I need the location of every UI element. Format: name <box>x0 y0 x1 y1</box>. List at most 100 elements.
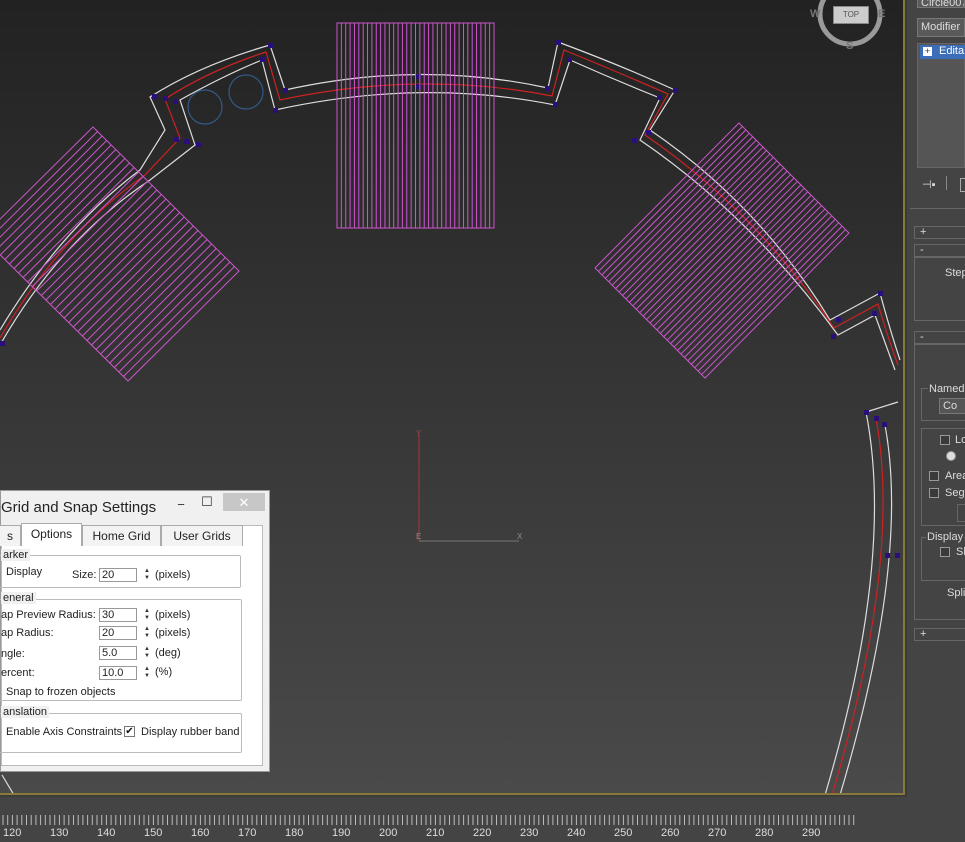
wireframe-edge <box>673 201 819 348</box>
wireframe-edge <box>13 158 126 269</box>
circle-shape-1[interactable] <box>187 89 223 125</box>
modifier-stack[interactable] <box>917 43 965 168</box>
modifier-list-dropdown[interactable]: Modifier L <box>917 18 965 37</box>
copy-button[interactable]: Co <box>939 398 965 414</box>
wireframe-edge <box>109 252 222 364</box>
wireframe-edge <box>632 160 778 307</box>
angle-spinner[interactable]: 5.0 <box>99 646 137 660</box>
wireframe-edge <box>68 212 181 323</box>
timeline-tick-label: 230 <box>520 827 539 839</box>
angle-label: ngle: <box>1 648 25 660</box>
tab-snaps[interactable]: s <box>0 525 21 546</box>
grid-and-snap-settings-dialog[interactable]: Grid and Snap Settings − ☐ ✕ s Options H… <box>0 490 270 772</box>
selected-box-top[interactable] <box>336 22 495 229</box>
show-vertex-numbers-label: Sh <box>956 546 965 558</box>
timeline-tick-label: 170 <box>238 827 257 839</box>
timeline-tick-label: 240 <box>567 827 586 839</box>
rollout-interpolation-header[interactable]: - <box>914 244 965 257</box>
minimize-button[interactable]: − <box>171 495 191 515</box>
selected-box-left[interactable] <box>0 126 240 382</box>
snap-to-frozen-label[interactable]: Snap to frozen objects <box>6 686 115 698</box>
panel-divider <box>910 208 965 209</box>
inner-ring-spline[interactable] <box>0 59 896 371</box>
wireframe-edge <box>45 189 158 301</box>
wireframe-edge <box>22 167 135 278</box>
stack-item-editable[interactable]: + Edita <box>920 45 965 59</box>
compass-west: W <box>810 8 821 20</box>
snap-radius-label: ap Radius: <box>1 627 54 639</box>
viewcube-top-face[interactable]: TOP <box>833 6 869 24</box>
wireframe-edge <box>656 184 802 331</box>
size-spinner[interactable]: 20 <box>99 568 137 582</box>
wireframe-edge <box>27 171 139 283</box>
percent-unit: (%) <box>155 666 173 678</box>
area-selection-checkbox[interactable] <box>929 471 939 481</box>
pin-stack-icon[interactable]: ⊣▪ <box>922 178 935 191</box>
lower-right-ring[interactable] <box>824 401 899 795</box>
wireframe-edge <box>653 181 798 327</box>
close-button[interactable]: ✕ <box>223 493 265 511</box>
timeline-tick-label: 270 <box>708 827 727 839</box>
select-by-button[interactable] <box>957 504 965 522</box>
snap-radius-spinner-arrows[interactable]: ▲ ▼ <box>143 626 151 640</box>
rollout-selection-header[interactable]: - <box>914 331 965 344</box>
wireframe-edge <box>113 257 226 368</box>
lock-handles-checkbox[interactable] <box>940 435 950 445</box>
timeline-ruler[interactable] <box>0 813 855 827</box>
segment-end-checkbox[interactable] <box>929 488 939 498</box>
tab-options[interactable]: Options <box>21 523 82 546</box>
lower-right-red[interactable] <box>831 417 884 795</box>
percent-spinner[interactable]: 10.0 <box>99 666 137 680</box>
wireframe-edge <box>0 144 112 256</box>
size-spinner-arrows[interactable]: ▲ ▼ <box>143 568 151 582</box>
angle-spinner-arrows[interactable]: ▲ ▼ <box>143 646 151 660</box>
timeline-tick-label: 260 <box>661 827 680 839</box>
tab-user-grids[interactable]: User Grids <box>161 525 243 546</box>
wireframe-edge <box>646 174 791 320</box>
tab-home-grid[interactable]: Home Grid <box>82 525 161 546</box>
segment-end-label: Segm <box>945 487 965 499</box>
wireframe-edge <box>701 229 846 375</box>
wireframe-edge <box>50 194 162 305</box>
rollout-rendering-header[interactable]: + <box>914 226 965 239</box>
red-spline[interactable] <box>0 49 899 366</box>
rollout-soft-selection-header[interactable]: + <box>914 628 965 641</box>
percent-spinner-arrows[interactable]: ▲ ▼ <box>143 666 151 680</box>
size-label: Size: <box>72 569 97 581</box>
snap-preview-unit: (pixels) <box>155 609 191 621</box>
wireframe-edge <box>18 162 130 274</box>
alike-radio[interactable] <box>946 451 956 461</box>
display-label: Display <box>926 531 965 543</box>
timeline-tick-label: 220 <box>473 827 492 839</box>
lower-left-ring[interactable] <box>1 774 14 795</box>
expand-icon[interactable]: + <box>923 47 932 56</box>
timeline-tick-label: 180 <box>285 827 304 839</box>
maximize-button[interactable]: ☐ <box>197 492 217 512</box>
percent-label: ercent: <box>1 667 35 679</box>
marker-group-label: arker <box>1 549 31 561</box>
snap-preview-spinner-arrows[interactable]: ▲ ▼ <box>143 608 151 622</box>
wireframe-edge <box>639 167 785 314</box>
wireframe-edge <box>611 139 757 286</box>
wireframe-edge <box>635 163 781 310</box>
x-axis-label: X <box>517 532 523 542</box>
display-group <box>921 537 965 581</box>
axis-origin-label: E <box>416 532 422 542</box>
snap-radius-spinner[interactable]: 20 <box>99 626 137 640</box>
show-vertex-numbers-checkbox[interactable] <box>940 547 950 557</box>
wireframe-edge <box>680 208 826 355</box>
enable-axis-constraints-label[interactable]: Enable Axis Constraints <box>6 726 122 738</box>
object-name-field[interactable]: Circle007 <box>917 0 965 8</box>
selected-box-right[interactable] <box>594 122 850 379</box>
snap-preview-radius-spinner[interactable]: 30 <box>99 608 137 622</box>
circle-shape-2[interactable] <box>228 74 264 110</box>
wireframe-edge <box>604 132 750 279</box>
wireframe-edge <box>697 225 843 372</box>
timeline-tick-label: 200 <box>379 827 398 839</box>
wireframe-edge <box>615 143 760 289</box>
area-selection-label: Area <box>945 470 965 482</box>
wireframe-edge <box>608 136 754 283</box>
display-rubber-band-checkbox[interactable]: ✔ <box>124 726 135 737</box>
display-rubber-band-label[interactable]: Display rubber band <box>141 726 239 738</box>
show-end-result-icon[interactable] <box>960 178 965 192</box>
